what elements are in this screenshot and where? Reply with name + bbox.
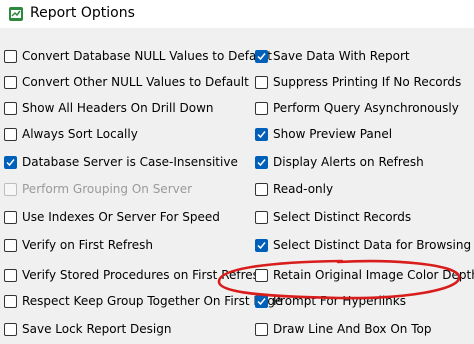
option-use-indexes[interactable]: Use Indexes Or Server For Speed: [4, 208, 220, 226]
report-app-icon: [9, 7, 23, 21]
option-label: Perform Query Asynchronously: [273, 101, 459, 115]
option-label: Save Lock Report Design: [22, 322, 172, 336]
checkbox[interactable]: [4, 75, 17, 89]
title-bar: Report Options: [0, 0, 474, 28]
option-label: Prompt For Hyperlinks: [273, 294, 406, 308]
option-show-all-headers[interactable]: Show All Headers On Drill Down: [4, 99, 214, 117]
checkbox[interactable]: [4, 127, 17, 141]
option-label: Draw Line And Box On Top: [273, 322, 432, 336]
option-label: Select Distinct Data for Browsing: [273, 238, 472, 252]
checkbox[interactable]: [255, 322, 268, 336]
option-display-alerts[interactable]: Display Alerts on Refresh: [255, 153, 424, 171]
checkbox[interactable]: [4, 322, 17, 336]
option-draw-line-box-on-top[interactable]: Draw Line And Box On Top: [255, 320, 431, 338]
option-label: Database Server is Case-Insensitive: [22, 155, 238, 169]
option-verify-stored-procs[interactable]: Verify Stored Procedures on First Refres…: [4, 266, 267, 284]
checkmark-icon: [257, 52, 266, 60]
checkbox[interactable]: [4, 101, 17, 115]
option-label: Always Sort Locally: [22, 127, 138, 141]
checkbox[interactable]: [4, 49, 17, 63]
checkmark-icon: [257, 158, 266, 166]
option-show-preview-panel[interactable]: Show Preview Panel: [255, 125, 392, 143]
checkbox[interactable]: [255, 75, 268, 89]
options-panel: Convert Database NULL Values to Default …: [0, 28, 474, 344]
option-select-distinct-records[interactable]: Select Distinct Records: [255, 208, 411, 226]
option-convert-other-null[interactable]: Convert Other NULL Values to Default: [4, 73, 249, 91]
option-label: Suppress Printing If No Records: [273, 75, 462, 89]
option-convert-db-null[interactable]: Convert Database NULL Values to Default: [4, 47, 272, 65]
checkbox[interactable]: [4, 268, 17, 282]
window-title: Report Options: [30, 5, 135, 21]
checkbox[interactable]: [255, 210, 268, 224]
checkbox[interactable]: [255, 101, 268, 115]
option-grouping-on-server: Perform Grouping On Server: [4, 180, 192, 198]
checkbox[interactable]: [4, 210, 17, 224]
checkmark-icon: [257, 297, 266, 305]
option-label: Retain Original Image Color Depth: [273, 268, 474, 282]
option-retain-image-color-depth[interactable]: Retain Original Image Color Depth: [255, 266, 474, 284]
option-label: Save Data With Report: [273, 49, 410, 63]
checkbox[interactable]: [255, 49, 268, 63]
option-label: Use Indexes Or Server For Speed: [22, 210, 220, 224]
option-read-only[interactable]: Read-only: [255, 180, 333, 198]
option-save-lock-design[interactable]: Save Lock Report Design: [4, 320, 171, 338]
option-always-sort-locally[interactable]: Always Sort Locally: [4, 125, 138, 143]
option-select-distinct-browsing[interactable]: Select Distinct Data for Browsing: [255, 236, 471, 254]
checkbox: [4, 182, 17, 196]
checkmark-icon: [257, 130, 266, 138]
checkbox[interactable]: [255, 294, 268, 308]
option-prompt-hyperlinks[interactable]: Prompt For Hyperlinks: [255, 292, 406, 310]
option-label: Show All Headers On Drill Down: [22, 101, 214, 115]
checkbox[interactable]: [255, 155, 268, 169]
option-query-async[interactable]: Perform Query Asynchronously: [255, 99, 459, 117]
option-label: Select Distinct Records: [273, 210, 412, 224]
option-verify-first-refresh[interactable]: Verify on First Refresh: [4, 236, 153, 254]
checkbox[interactable]: [255, 182, 268, 196]
option-label: Convert Database NULL Values to Default: [22, 49, 273, 63]
option-label: Read-only: [273, 182, 334, 196]
option-label: Display Alerts on Refresh: [273, 155, 424, 169]
option-label: Verify on First Refresh: [22, 238, 154, 252]
option-suppress-printing[interactable]: Suppress Printing If No Records: [255, 73, 461, 91]
checkbox[interactable]: [4, 294, 17, 308]
option-label: Convert Other NULL Values to Default: [22, 75, 249, 89]
option-label: Perform Grouping On Server: [22, 182, 193, 196]
option-label: Respect Keep Group Together On First Pag…: [22, 294, 283, 308]
checkbox[interactable]: [4, 238, 17, 252]
option-save-data[interactable]: Save Data With Report: [255, 47, 410, 65]
option-label: Verify Stored Procedures on First Refres…: [22, 268, 267, 282]
option-db-case-insensitive[interactable]: Database Server is Case-Insensitive: [4, 153, 238, 171]
checkbox[interactable]: [255, 268, 268, 282]
checkbox[interactable]: [255, 238, 268, 252]
option-label: Show Preview Panel: [273, 127, 393, 141]
checkbox[interactable]: [255, 127, 268, 141]
checkbox[interactable]: [4, 155, 17, 169]
checkmark-icon: [257, 241, 266, 249]
checkmark-icon: [6, 158, 15, 166]
option-respect-keep-group[interactable]: Respect Keep Group Together On First Pag…: [4, 292, 282, 310]
